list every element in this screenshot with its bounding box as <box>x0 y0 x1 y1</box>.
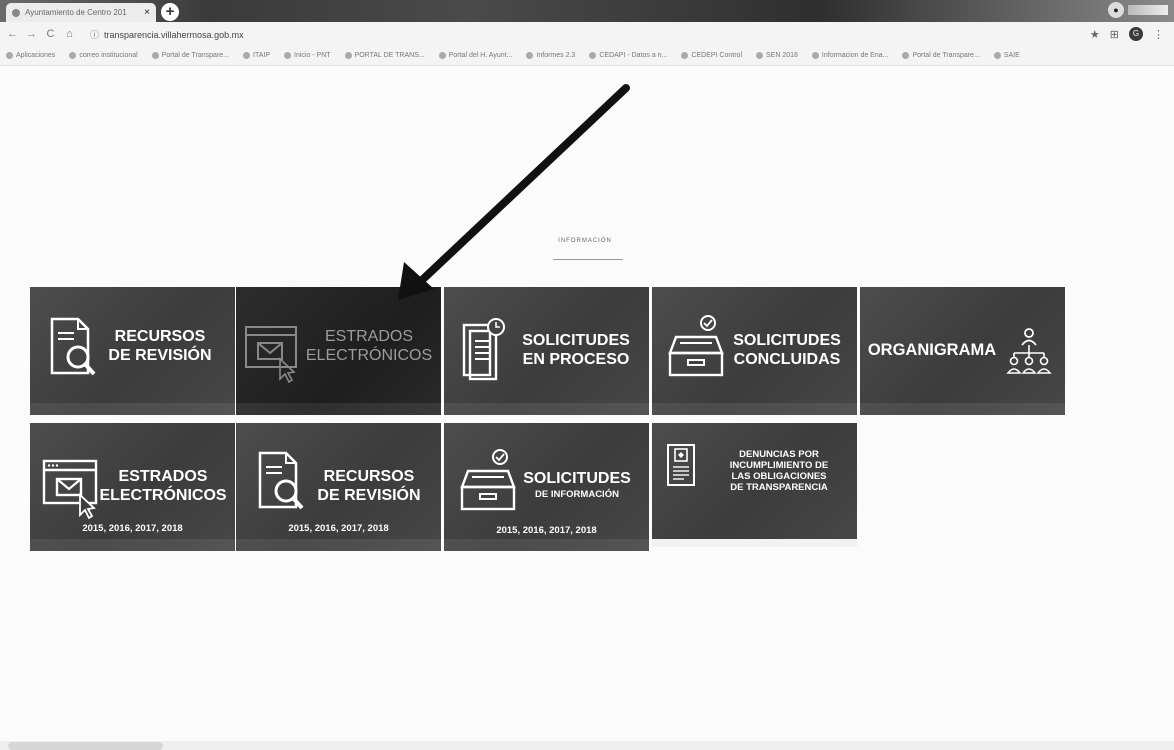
bookmark-icon <box>993 52 1001 59</box>
section-divider <box>553 259 623 260</box>
tile-label: SOLICITUDES EN PROCESO <box>522 332 630 368</box>
bookmarks-bar: Aplicaciones correo institucional Portal d… <box>0 46 1174 66</box>
bookmark-item[interactable]: CEDAPI - Datos a n... <box>589 52 667 59</box>
bookmark-item[interactable]: Informes 2.3 <box>526 52 575 59</box>
bookmark-icon <box>344 52 352 59</box>
envelope-window-icon <box>245 326 297 383</box>
bookmark-icon <box>811 52 819 59</box>
org-chart-people-icon <box>1006 328 1052 374</box>
archive-box-check-icon <box>668 315 724 377</box>
forward-icon[interactable]: → <box>25 28 38 40</box>
tile-solicitudes-concluidas[interactable]: SOLICITUDES CONCLUIDAS <box>652 287 857 415</box>
section-label: INFORMACIÓN <box>558 238 612 244</box>
bookmark-icon <box>589 52 597 59</box>
info-icon: ⓘ <box>90 29 100 40</box>
bookmark-icon <box>902 52 910 59</box>
tab-title: Ayuntamiento de Centro 201 <box>25 8 127 17</box>
back-icon[interactable]: ← <box>6 28 19 40</box>
tile-label: SOLICITUDES DE INFORMACIÓN <box>523 470 631 500</box>
tile-years: 2015, 2016, 2017, 2018 <box>496 525 597 536</box>
favicon-icon <box>12 8 20 17</box>
address-bar-row: ← → C ⌂ ⓘ transparencia.villahermosa.gob.… <box>0 22 1174 46</box>
archive-box-check-icon <box>460 449 516 511</box>
bookmark-icon <box>69 52 77 59</box>
tile-recursos-de-revision-historico[interactable]: RECURSOS DE REVISIÓN 2015, 2016, 2017, 20… <box>236 423 441 551</box>
reload-icon[interactable]: C <box>44 28 57 40</box>
tile-estrados-electronicos-historico[interactable]: ESTRADOS ELECTRÓNICOS 2015, 2016, 2017, 2… <box>30 423 235 551</box>
bookmark-item[interactable]: Aplicaciones <box>6 52 55 59</box>
url-field[interactable]: ⓘ transparencia.villahermosa.gob.mx <box>90 28 244 41</box>
bookmark-icon <box>526 52 534 59</box>
taskbar <box>0 741 1174 750</box>
new-tab-button[interactable]: + <box>161 3 179 21</box>
bookmark-icon <box>438 52 446 59</box>
bookmark-icon <box>284 52 291 59</box>
tile-label: ORGANIGRAMA <box>867 341 997 359</box>
close-tab-icon[interactable]: × <box>144 7 150 18</box>
tile-organigrama[interactable]: ORGANIGRAMA <box>860 287 1065 415</box>
bookmark-item[interactable]: ITAIP <box>243 52 270 59</box>
url-text: transparencia.villahermosa.gob.mx <box>104 29 244 40</box>
bookmark-item[interactable]: SAIE <box>993 52 1020 59</box>
document-search-icon <box>50 317 96 376</box>
bookmark-icon <box>151 52 159 59</box>
bookmark-item[interactable]: Portal de Transpare... <box>902 52 980 59</box>
bookmark-star-icon[interactable]: ★ <box>1090 28 1100 41</box>
tile-label: RECURSOS DE REVISIÓN <box>108 328 212 364</box>
bookmark-icon <box>756 52 763 59</box>
browser-tab[interactable]: Ayuntamiento de Centro 201 × <box>6 3 156 22</box>
tile-label: ESTRADOS ELECTRÓNICOS <box>99 468 227 504</box>
tile-solicitudes-en-proceso[interactable]: SOLICITUDES EN PROCESO <box>444 287 649 415</box>
bookmark-icon <box>681 52 689 59</box>
tile-estrados-electronicos[interactable]: ESTRADOS ELECTRÓNICOS <box>236 287 441 415</box>
tile-label: RECURSOS DE REVISIÓN <box>317 468 421 504</box>
browser-tab-bar: Ayuntamiento de Centro 201 × + ● <box>0 0 1174 22</box>
home-icon[interactable]: ⌂ <box>63 28 76 40</box>
bookmark-icon <box>243 52 251 59</box>
menu-icon[interactable]: ⋮ <box>1153 28 1164 41</box>
bookmark-item[interactable]: PORTAL DE TRANS... <box>344 52 425 59</box>
tile-label: ESTRADOS ELECTRÓNICOS <box>305 328 433 364</box>
tile-label: SOLICITUDES CONCLUIDAS <box>733 332 841 368</box>
certificate-document-icon <box>667 444 695 486</box>
extension-icon[interactable]: ⊞ <box>1110 28 1119 41</box>
tile-denuncias[interactable]: DENUNCIAS POR INCUMPLIMIENTO DE LAS OBLI… <box>652 423 857 547</box>
tile-recursos-de-revision[interactable]: RECURSOS DE REVISIÓN <box>30 287 235 415</box>
bookmark-item[interactable]: SEN 2018 <box>756 52 798 59</box>
bookmark-item[interactable]: Portal de Transpare... <box>151 52 229 59</box>
profile-icon[interactable]: ● <box>1108 2 1124 18</box>
window-buttons[interactable] <box>1128 5 1168 15</box>
tile-years: 2015, 2016, 2017, 2018 <box>82 523 183 534</box>
bookmark-item[interactable]: Informacion de Ena... <box>811 52 888 59</box>
bookmark-item[interactable]: Inicio - PNT <box>284 52 331 59</box>
tile-solicitudes-de-informacion[interactable]: SOLICITUDES DE INFORMACIÓN 2015, 2016, 2… <box>444 423 649 551</box>
avatar[interactable]: G <box>1129 27 1143 41</box>
document-search-icon <box>258 451 304 510</box>
bookmark-item[interactable]: CEDEPI Control <box>681 52 742 59</box>
bookmark-item[interactable]: correo institucional <box>69 52 138 59</box>
tile-years: 2015, 2016, 2017, 2018 <box>288 523 389 534</box>
documents-clock-icon <box>462 318 505 381</box>
taskbar-item[interactable] <box>8 742 163 750</box>
window-controls: ● <box>1108 2 1168 18</box>
envelope-window-icon <box>42 459 98 519</box>
bookmark-item[interactable]: Portal del H. Ayunt... <box>438 52 512 59</box>
tile-label: DENUNCIAS POR INCUMPLIMIENTO DE LAS OBLI… <box>729 449 829 493</box>
bookmark-icon <box>6 52 13 59</box>
